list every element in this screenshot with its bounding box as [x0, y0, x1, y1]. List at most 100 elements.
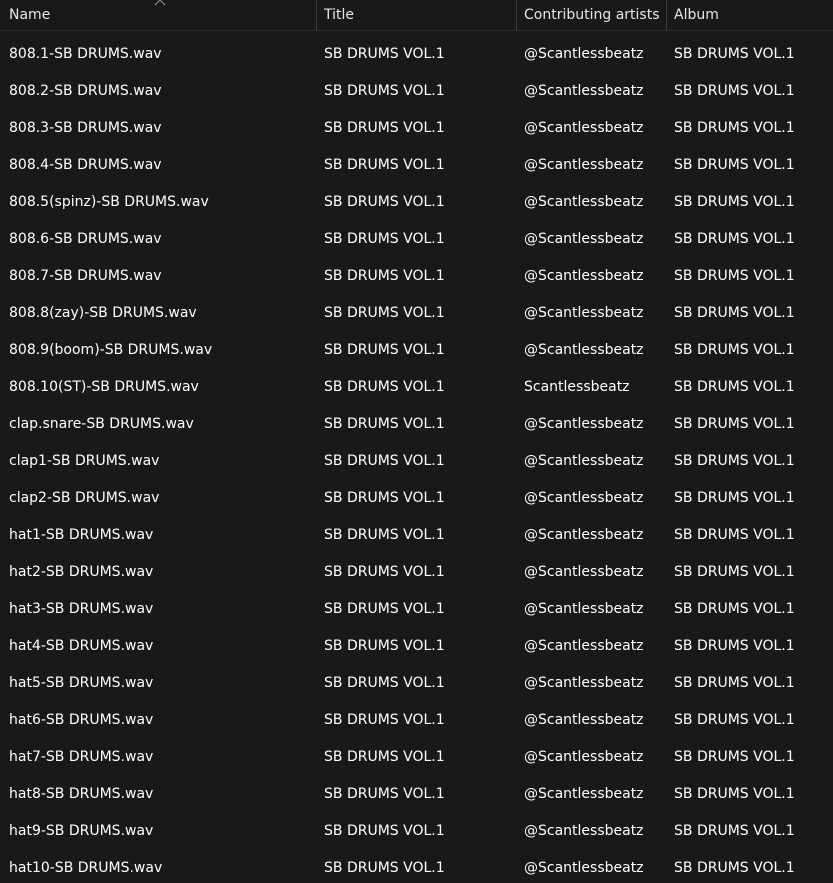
column-header-album[interactable]: Album — [667, 0, 833, 30]
file-title-cell: SB DRUMS VOL.1 — [324, 268, 445, 284]
file-title-cell: SB DRUMS VOL.1 — [324, 860, 445, 876]
file-name-cell: hat7-SB DRUMS.wav — [9, 749, 154, 765]
file-row[interactable]: 808.8(zay)-SB DRUMS.wav SB DRUMS VOL.1 @Sc… — [0, 295, 833, 332]
file-title-cell: SB DRUMS VOL.1 — [324, 416, 445, 432]
file-name-cell: hat4-SB DRUMS.wav — [9, 638, 154, 654]
file-artist-cell: @Scantlessbeatz — [524, 342, 644, 358]
file-row[interactable]: 808.10(ST)-SB DRUMS.wav SB DRUMS VOL.1 Sca… — [0, 369, 833, 406]
file-name-cell: 808.10(ST)-SB DRUMS.wav — [9, 379, 199, 395]
file-artist-cell: @Scantlessbeatz — [524, 601, 644, 617]
column-header-name-label: Name — [9, 7, 51, 23]
file-name-cell: 808.2-SB DRUMS.wav — [9, 83, 162, 99]
file-title-cell: SB DRUMS VOL.1 — [324, 157, 445, 173]
file-artist-cell: @Scantlessbeatz — [524, 453, 644, 469]
file-title-cell: SB DRUMS VOL.1 — [324, 194, 445, 210]
file-row[interactable]: clap2-SB DRUMS.wav SB DRUMS VOL.1 @Scantle… — [0, 480, 833, 517]
file-name-cell: 808.3-SB DRUMS.wav — [9, 120, 162, 136]
file-artist-cell: @Scantlessbeatz — [524, 786, 644, 802]
file-artist-cell: @Scantlessbeatz — [524, 157, 644, 173]
file-title-cell: SB DRUMS VOL.1 — [324, 638, 445, 654]
file-title-cell: SB DRUMS VOL.1 — [324, 231, 445, 247]
file-artist-cell: @Scantlessbeatz — [524, 527, 644, 543]
file-name-cell: hat10-SB DRUMS.wav — [9, 860, 163, 876]
file-name-cell: hat3-SB DRUMS.wav — [9, 601, 154, 617]
file-row[interactable]: 808.2-SB DRUMS.wav SB DRUMS VOL.1 @Scantle… — [0, 73, 833, 110]
file-name-cell: 808.7-SB DRUMS.wav — [9, 268, 162, 284]
file-row[interactable]: hat5-SB DRUMS.wav SB DRUMS VOL.1 @Scantles… — [0, 665, 833, 702]
column-header-name[interactable]: Name — [0, 0, 317, 30]
chevron-up-icon — [154, 0, 166, 6]
file-artist-cell: @Scantlessbeatz — [524, 231, 644, 247]
file-artist-cell: @Scantlessbeatz — [524, 416, 644, 432]
file-row[interactable]: hat6-SB DRUMS.wav SB DRUMS VOL.1 @Scantles… — [0, 702, 833, 739]
file-album-cell: SB DRUMS VOL.1 — [674, 823, 795, 839]
file-row[interactable]: 808.4-SB DRUMS.wav SB DRUMS VOL.1 @Scantle… — [0, 147, 833, 184]
column-header-contributing-artists[interactable]: Contributing artists — [517, 0, 667, 30]
file-row[interactable]: clap.snare-SB DRUMS.wav SB DRUMS VOL.1 @Sc… — [0, 406, 833, 443]
file-name-cell: 808.6-SB DRUMS.wav — [9, 231, 162, 247]
file-artist-cell: @Scantlessbeatz — [524, 490, 644, 506]
file-title-cell: SB DRUMS VOL.1 — [324, 453, 445, 469]
file-row[interactable]: 808.1-SB DRUMS.wav SB DRUMS VOL.1 @Scantle… — [0, 36, 833, 73]
file-title-cell: SB DRUMS VOL.1 — [324, 490, 445, 506]
file-artist-cell: @Scantlessbeatz — [524, 120, 644, 136]
file-artist-cell: @Scantlessbeatz — [524, 823, 644, 839]
file-row[interactable]: clap1-SB DRUMS.wav SB DRUMS VOL.1 @Scantle… — [0, 443, 833, 480]
file-name-cell: clap2-SB DRUMS.wav — [9, 490, 160, 506]
file-name-cell: 808.8(zay)-SB DRUMS.wav — [9, 305, 197, 321]
file-row[interactable]: hat2-SB DRUMS.wav SB DRUMS VOL.1 @Scantles… — [0, 554, 833, 591]
file-row[interactable]: hat3-SB DRUMS.wav SB DRUMS VOL.1 @Scantles… — [0, 591, 833, 628]
file-album-cell: SB DRUMS VOL.1 — [674, 157, 795, 173]
file-album-cell: SB DRUMS VOL.1 — [674, 416, 795, 432]
file-album-cell: SB DRUMS VOL.1 — [674, 564, 795, 580]
file-album-cell: SB DRUMS VOL.1 — [674, 749, 795, 765]
file-row[interactable]: hat10-SB DRUMS.wav SB DRUMS VOL.1 @Scantle… — [0, 850, 833, 883]
file-row[interactable]: 808.9(boom)-SB DRUMS.wav SB DRUMS VOL.1 @S… — [0, 332, 833, 369]
file-row[interactable]: hat7-SB DRUMS.wav SB DRUMS VOL.1 @Scantles… — [0, 739, 833, 776]
file-name-cell: 808.4-SB DRUMS.wav — [9, 157, 162, 173]
file-artist-cell: @Scantlessbeatz — [524, 194, 644, 210]
file-title-cell: SB DRUMS VOL.1 — [324, 749, 445, 765]
file-title-cell: SB DRUMS VOL.1 — [324, 46, 445, 62]
file-row[interactable]: hat8-SB DRUMS.wav SB DRUMS VOL.1 @Scantles… — [0, 776, 833, 813]
file-album-cell: SB DRUMS VOL.1 — [674, 268, 795, 284]
file-rows: 808.1-SB DRUMS.wav SB DRUMS VOL.1 @Scantle… — [0, 36, 833, 883]
file-row[interactable]: hat1-SB DRUMS.wav SB DRUMS VOL.1 @Scantles… — [0, 517, 833, 554]
file-album-cell: SB DRUMS VOL.1 — [674, 46, 795, 62]
file-title-cell: SB DRUMS VOL.1 — [324, 305, 445, 321]
column-header-artists-label: Contributing artists — [524, 7, 660, 23]
file-album-cell: SB DRUMS VOL.1 — [674, 342, 795, 358]
file-row[interactable]: hat9-SB DRUMS.wav SB DRUMS VOL.1 @Scantles… — [0, 813, 833, 850]
file-album-cell: SB DRUMS VOL.1 — [674, 490, 795, 506]
file-artist-cell: @Scantlessbeatz — [524, 638, 644, 654]
file-artist-cell: @Scantlessbeatz — [524, 83, 644, 99]
file-name-cell: hat2-SB DRUMS.wav — [9, 564, 154, 580]
file-name-cell: hat8-SB DRUMS.wav — [9, 786, 154, 802]
file-album-cell: SB DRUMS VOL.1 — [674, 638, 795, 654]
column-header-title[interactable]: Title — [317, 0, 517, 30]
file-album-cell: SB DRUMS VOL.1 — [674, 712, 795, 728]
file-row[interactable]: hat4-SB DRUMS.wav SB DRUMS VOL.1 @Scantles… — [0, 628, 833, 665]
file-album-cell: SB DRUMS VOL.1 — [674, 786, 795, 802]
file-album-cell: SB DRUMS VOL.1 — [674, 83, 795, 99]
file-list-view: Name Title Contributing artists Album 80… — [0, 0, 833, 883]
file-album-cell: SB DRUMS VOL.1 — [674, 860, 795, 876]
file-artist-cell: @Scantlessbeatz — [524, 564, 644, 580]
file-title-cell: SB DRUMS VOL.1 — [324, 342, 445, 358]
file-title-cell: SB DRUMS VOL.1 — [324, 83, 445, 99]
file-row[interactable]: 808.7-SB DRUMS.wav SB DRUMS VOL.1 @Scantle… — [0, 258, 833, 295]
file-row[interactable]: 808.3-SB DRUMS.wav SB DRUMS VOL.1 @Scantle… — [0, 110, 833, 147]
file-title-cell: SB DRUMS VOL.1 — [324, 675, 445, 691]
column-header-bar: Name Title Contributing artists Album — [0, 0, 833, 31]
file-title-cell: SB DRUMS VOL.1 — [324, 120, 445, 136]
file-title-cell: SB DRUMS VOL.1 — [324, 564, 445, 580]
file-row[interactable]: 808.6-SB DRUMS.wav SB DRUMS VOL.1 @Scantle… — [0, 221, 833, 258]
file-name-cell: clap.snare-SB DRUMS.wav — [9, 416, 194, 432]
file-title-cell: SB DRUMS VOL.1 — [324, 823, 445, 839]
file-artist-cell: @Scantlessbeatz — [524, 268, 644, 284]
column-header-title-label: Title — [324, 7, 355, 23]
file-row[interactable]: 808.5(spinz)-SB DRUMS.wav SB DRUMS VOL.1 @… — [0, 184, 833, 221]
file-title-cell: SB DRUMS VOL.1 — [324, 601, 445, 617]
file-album-cell: SB DRUMS VOL.1 — [674, 379, 795, 395]
file-title-cell: SB DRUMS VOL.1 — [324, 527, 445, 543]
